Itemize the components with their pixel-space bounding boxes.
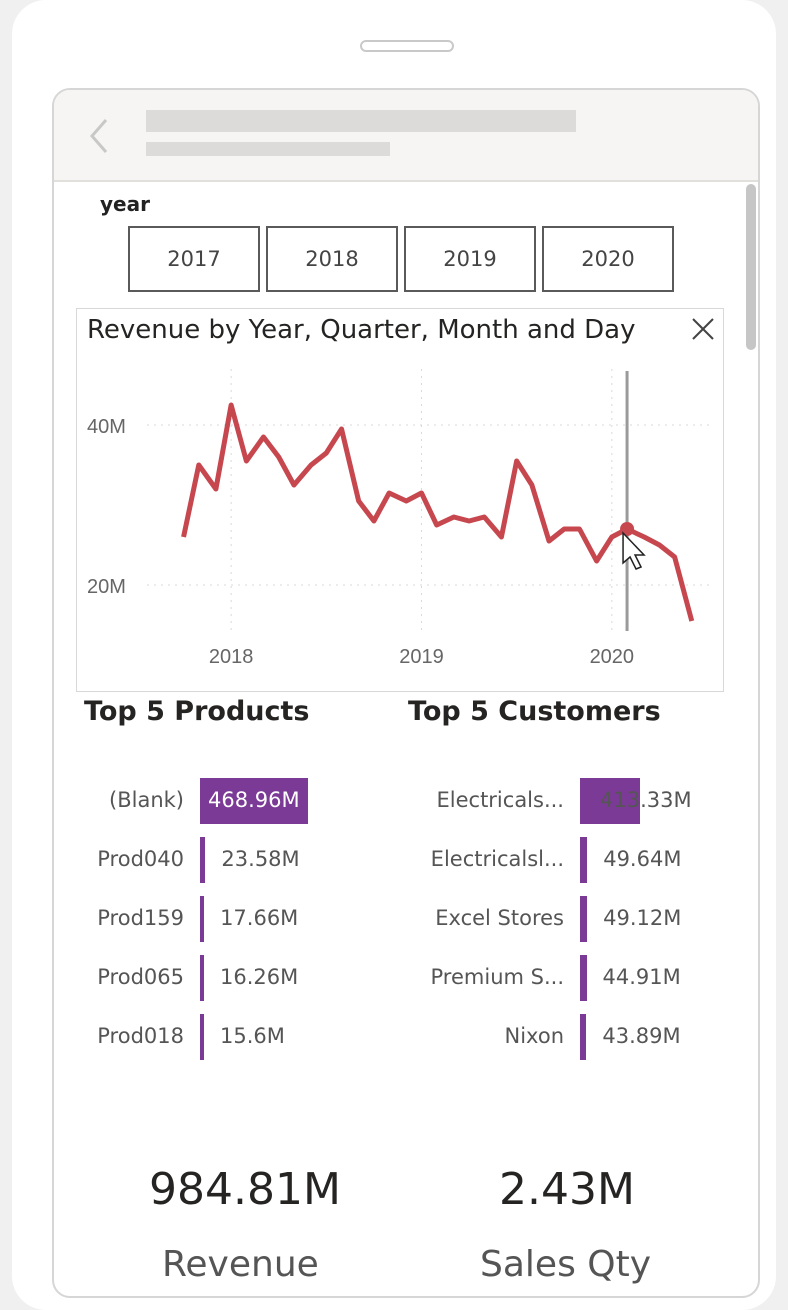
top-products-title: Top 5 Products [84,696,310,727]
bar-category-label: Electricalsl... [430,847,564,871]
bar-category-label: Electricals... [436,788,565,812]
bar-row[interactable]: Electricals... [54,778,580,826]
bar-row[interactable]: Excel Stores [54,896,580,944]
top-customers-title: Top 5 Customers [408,696,661,727]
sales-qty-kpi-value: 2.43M [499,1164,635,1215]
bar[interactable] [580,837,588,883]
phone-speaker [360,40,454,52]
slicer-option-2019[interactable]: 2019 [404,226,536,292]
chart-title: Revenue by Year, Quarter, Month and Day [87,315,636,345]
revenue-line-chart[interactable]: 20M 40M 2018 2019 2020 Revenue by Year, Quar… [76,308,724,692]
bar-value-label: 49.12M [603,906,682,930]
phone-frame: year 2017 2018 2019 2020 20M 40M 2018 2019 2… [12,0,776,1310]
bar-category-label: Premium S... [430,965,564,989]
report-screen: year 2017 2018 2019 2020 20M 40M 2018 2019 2… [52,88,760,1298]
back-arrow-icon[interactable] [84,116,114,156]
report-title-placeholder [146,110,576,132]
bar-value-label: 49.64M [603,847,682,871]
vertical-scrollbar[interactable] [746,184,756,350]
revenue-kpi-value: 984.81M [149,1164,341,1215]
line-chart-canvas: 20M 40M 2018 2019 2020 [87,369,709,668]
bar[interactable] [580,896,588,942]
revenue-kpi-label: Revenue [162,1244,319,1285]
bar-row[interactable]: Nixon [54,1014,580,1062]
bar-value-label: 413.33M [600,788,692,812]
y-tick-label: 20M [87,576,126,598]
bar-category-label: Nixon [504,1024,564,1048]
x-tick-label: 2020 [590,646,635,668]
year-slicer: 2017 2018 2019 2020 [128,226,674,292]
close-icon[interactable] [691,317,715,341]
y-tick-label: 40M [87,416,126,438]
bar-row[interactable]: Electricalsl... [54,837,580,885]
bar-row[interactable]: Premium S... [54,955,580,1003]
x-tick-label: 2018 [209,646,254,668]
bar-value-label: 44.91M [602,965,681,989]
bar-value-label: 43.89M [602,1024,681,1048]
slicer-option-2017[interactable]: 2017 [128,226,260,292]
slicer-option-2018[interactable]: 2018 [266,226,398,292]
report-subtitle-placeholder [146,142,390,156]
title-bar [54,90,758,182]
x-tick-label: 2019 [399,646,444,668]
bar[interactable] [580,955,587,1001]
year-slicer-label: year [100,192,150,216]
highlight-point [620,522,635,536]
revenue-series-line [181,402,695,622]
bar-category-label: Excel Stores [435,906,564,930]
sales-qty-kpi-label: Sales Qty [480,1244,652,1285]
bar[interactable] [580,1014,587,1060]
slicer-option-2020[interactable]: 2020 [542,226,674,292]
